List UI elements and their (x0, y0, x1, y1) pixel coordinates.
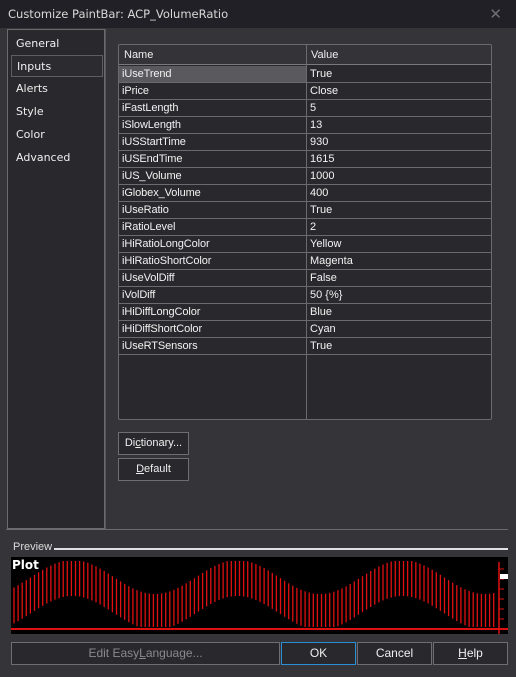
dictionary-label-pre: Di (124, 437, 136, 449)
sidebar: General Inputs Alerts Style Color Advanc… (7, 29, 105, 529)
grid-row-iPrice[interactable]: iPrice Close (119, 83, 491, 100)
grid-row-iUSEndTime[interactable]: iUSEndTime 1615 (119, 151, 491, 168)
input-value[interactable]: 2 (310, 221, 316, 233)
divider (6, 529, 508, 530)
input-value[interactable]: 50 {%} (310, 289, 342, 301)
input-name: iUSEndTime (122, 153, 183, 165)
input-name: iUseTrend (122, 68, 172, 80)
inputs-grid[interactable]: Name Value iUseTrend True iPrice Close iFast… (118, 44, 492, 420)
close-icon[interactable]: ✕ (489, 5, 502, 23)
input-value[interactable]: Cyan (310, 323, 336, 335)
preview-divider (54, 548, 508, 550)
grid-row-iUseVolDiff[interactable]: iUseVolDiff False (119, 270, 491, 287)
input-value[interactable]: 930 (310, 136, 328, 148)
dictionary-button[interactable]: Dictionary... (118, 432, 189, 455)
default-label-post: efault (144, 463, 171, 475)
help-button[interactable]: Help (433, 642, 508, 665)
grid-row-iHiRatioShortColor[interactable]: iHiRatioShortColor Magenta (119, 253, 491, 270)
input-name: iUseRTSensors (122, 340, 198, 352)
grid-row-iUseTrend[interactable]: iUseTrend True (119, 66, 491, 83)
grid-row-iUS_Volume[interactable]: iUS_Volume 1000 (119, 168, 491, 185)
default-button[interactable]: Default (118, 458, 189, 481)
preview-chart (11, 561, 508, 634)
input-value[interactable]: Magenta (310, 255, 353, 267)
sidebar-item-alerts[interactable]: Alerts (11, 78, 103, 100)
input-name: iUseVolDiff (122, 272, 175, 284)
input-name: iUS_Volume (122, 170, 182, 182)
input-name: iHiDiffShortColor (122, 323, 203, 335)
input-name: iHiRatioLongColor (122, 238, 210, 250)
input-name: iUseRatio (122, 204, 169, 216)
input-value[interactable]: True (310, 340, 332, 352)
column-header-value[interactable]: Value (311, 49, 338, 61)
grid-row-iSlowLength[interactable]: iSlowLength 13 (119, 117, 491, 134)
grid-row-iHiDiffShortColor[interactable]: iHiDiffShortColor Cyan (119, 321, 491, 338)
sidebar-item-inputs[interactable]: Inputs (11, 55, 103, 77)
column-separator[interactable] (306, 45, 307, 419)
grid-row-iGlobex_Volume[interactable]: iGlobex_Volume 400 (119, 185, 491, 202)
grid-row-iHiDiffLongColor[interactable]: iHiDiffLongColor Blue (119, 304, 491, 321)
input-value[interactable]: False (310, 272, 337, 284)
help-label-post: elp (466, 646, 483, 660)
edit-mnemonic: L (139, 646, 146, 660)
column-header-name[interactable]: Name (124, 49, 153, 61)
cancel-button[interactable]: Cancel (357, 642, 432, 665)
input-value[interactable]: Close (310, 85, 338, 97)
grid-row-iFastLength[interactable]: iFastLength 5 (119, 100, 491, 117)
preview-label: Preview (13, 541, 53, 553)
grid-row-iHiRatioLongColor[interactable]: iHiRatioLongColor Yellow (119, 236, 491, 253)
input-value[interactable]: Yellow (310, 238, 341, 250)
sidebar-item-general[interactable]: General (11, 33, 103, 55)
sidebar-item-style[interactable]: Style (11, 101, 103, 123)
title-bar: Customize PaintBar: ACP_VolumeRatio ✕ (0, 0, 516, 28)
input-value[interactable]: True (310, 204, 332, 216)
dictionary-label-post: tionary... (140, 437, 183, 449)
divider (105, 29, 106, 530)
window-title: Customize PaintBar: ACP_VolumeRatio (8, 7, 229, 21)
input-name: iHiDiffLongColor (122, 306, 201, 318)
input-value[interactable]: 1615 (310, 153, 334, 165)
input-name: iVolDiff (122, 289, 156, 301)
preview-price-marker (500, 574, 508, 579)
input-value[interactable]: 13 (310, 119, 322, 131)
sidebar-item-advanced[interactable]: Advanced (11, 147, 103, 169)
input-name: iSlowLength (122, 119, 181, 131)
grid-row-iUSStartTime[interactable]: iUSStartTime 930 (119, 134, 491, 151)
edit-label-post: anguage... (145, 646, 203, 660)
input-value[interactable]: 1000 (310, 170, 334, 182)
ok-button[interactable]: OK (281, 642, 356, 665)
input-name: iFastLength (122, 102, 179, 114)
input-name: iGlobex_Volume (122, 187, 201, 199)
edit-label-pre: Edit Easy (88, 646, 140, 660)
input-name: iUSStartTime (122, 136, 186, 148)
grid-row-iRatioLevel[interactable]: iRatioLevel 2 (119, 219, 491, 236)
input-value[interactable]: 400 (310, 187, 328, 199)
default-mnemonic: D (136, 463, 145, 475)
input-name: iPrice (122, 85, 149, 97)
sidebar-item-color[interactable]: Color (11, 124, 103, 146)
preview-plot: Plot (11, 557, 508, 634)
input-name: iRatioLevel (122, 221, 176, 233)
input-value[interactable]: True (310, 68, 332, 80)
input-value[interactable]: 5 (310, 102, 316, 114)
input-name: iHiRatioShortColor (122, 255, 212, 267)
grid-header: Name Value (119, 45, 491, 65)
grid-row-iUseRTSensors[interactable]: iUseRTSensors True (119, 338, 491, 355)
grid-row-iUseRatio[interactable]: iUseRatio True (119, 202, 491, 219)
input-value[interactable]: Blue (310, 306, 332, 318)
help-mnemonic: H (458, 646, 467, 660)
edit-easylanguage-button[interactable]: Edit EasyLanguage... (11, 642, 280, 665)
grid-row-iVolDiff[interactable]: iVolDiff 50 {%} (119, 287, 491, 304)
